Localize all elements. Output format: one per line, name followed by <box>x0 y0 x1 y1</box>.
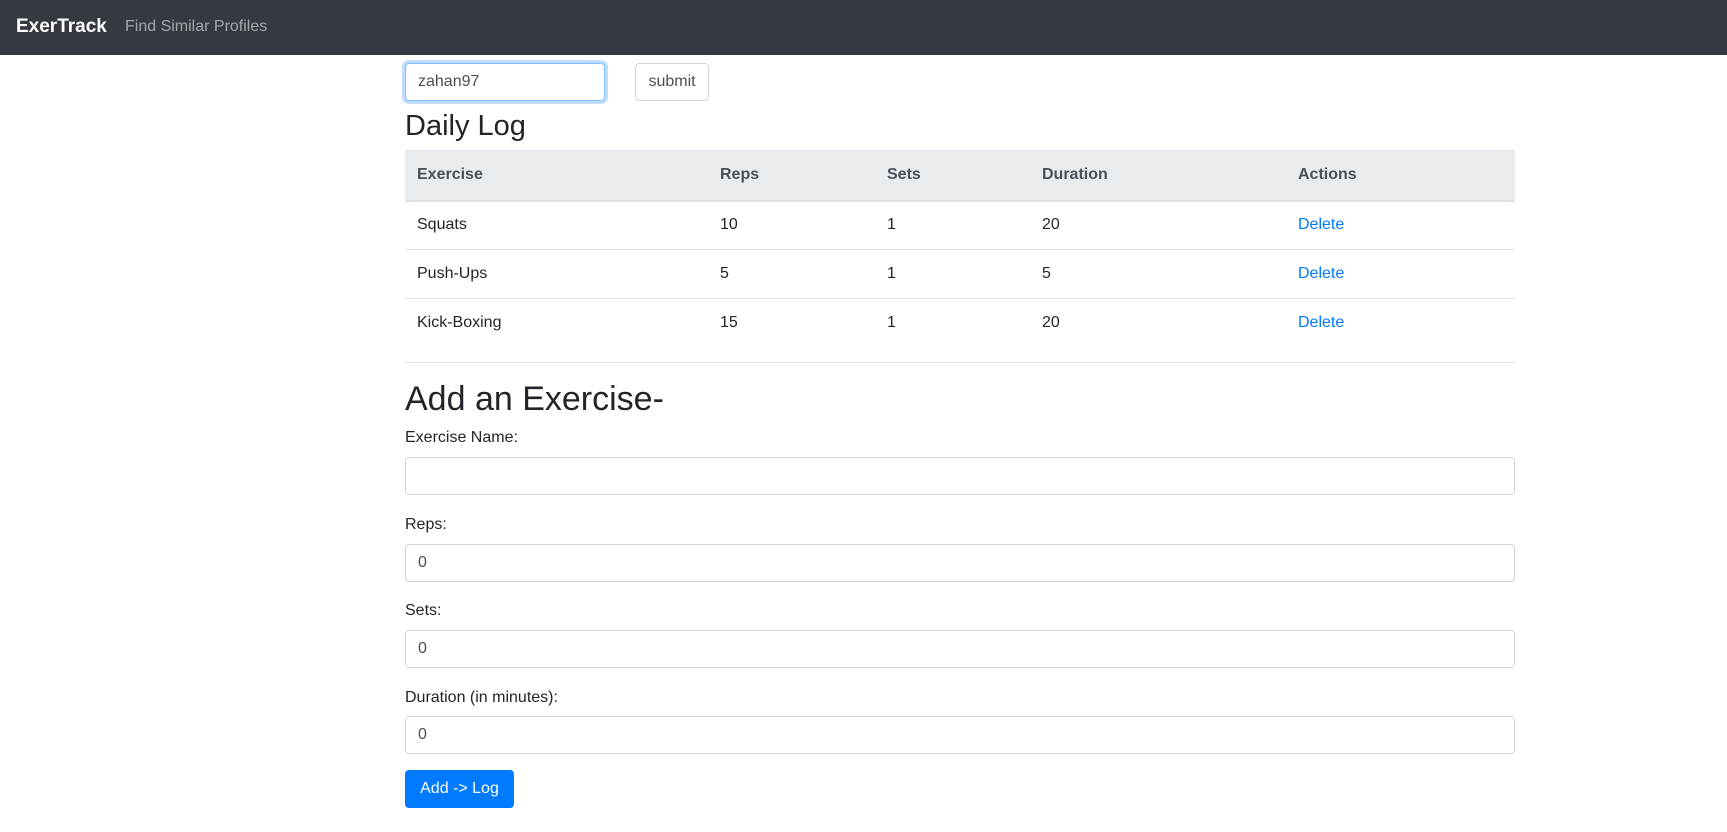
duration-cell: 20 <box>1042 314 1060 332</box>
reps-cell: 10 <box>708 200 875 250</box>
daily-log-table: Exercise Reps Sets Duration Actions Squa… <box>405 150 1515 348</box>
column-header-reps: Reps <box>708 150 875 202</box>
submit-button[interactable]: submit <box>635 63 709 101</box>
find-similar-profiles-link[interactable]: Find Similar Profiles <box>125 18 267 36</box>
exercise-cell: Kick-Boxing <box>417 314 502 332</box>
delete-link[interactable]: Delete <box>1298 314 1344 331</box>
delete-link[interactable]: Delete <box>1298 265 1344 282</box>
reps-cell: 5 <box>708 249 875 299</box>
add-exercise-heading: Add an Exercise- <box>405 380 664 418</box>
exercise-cell: Squats <box>405 200 708 250</box>
reps-label: Reps: <box>405 516 447 533</box>
duration-cell: 20 <box>1030 200 1286 250</box>
sets-label: Sets: <box>405 602 442 619</box>
delete-link[interactable]: Delete <box>1298 216 1344 233</box>
sets-cell: 1 <box>875 249 1030 299</box>
table-row: Squats 10 1 20 Delete <box>405 200 1515 250</box>
reps-field[interactable] <box>405 544 1515 582</box>
sets-field[interactable] <box>405 630 1515 668</box>
column-header-exercise: Exercise <box>405 150 708 202</box>
brand-logo[interactable]: ExerTrack <box>16 16 107 38</box>
add-to-log-button[interactable]: Add -> Log <box>405 770 514 808</box>
sets-cell: 1 <box>875 200 1030 250</box>
exercise-cell: Push-Ups <box>405 249 708 299</box>
actions-cell: Delete <box>1286 200 1515 250</box>
reps-cell: 15 <box>720 314 738 332</box>
actions-cell: Delete <box>1286 299 1515 348</box>
daily-log-heading: Daily Log <box>405 110 526 142</box>
duration-label: Duration (in minutes): <box>405 689 558 706</box>
exercise-name-field[interactable] <box>405 457 1515 495</box>
username-input[interactable] <box>405 63 605 101</box>
section-divider <box>405 362 1515 363</box>
column-header-actions: Actions <box>1286 150 1515 202</box>
navbar: ExerTrack Find Similar Profiles <box>0 0 1727 55</box>
column-header-sets: Sets <box>875 150 1030 202</box>
table-row: Kick-Boxing 15 1 20 Delete <box>405 299 1515 348</box>
exercise-name-label: Exercise Name: <box>405 429 518 446</box>
duration-field[interactable] <box>405 716 1515 754</box>
table-row: Push-Ups 5 1 5 Delete <box>405 249 1515 299</box>
actions-cell: Delete <box>1286 249 1515 299</box>
table-header-row: Exercise Reps Sets Duration Actions <box>405 150 1515 202</box>
sets-cell: 1 <box>887 314 896 332</box>
duration-cell: 5 <box>1030 249 1286 299</box>
column-header-duration: Duration <box>1030 150 1286 202</box>
